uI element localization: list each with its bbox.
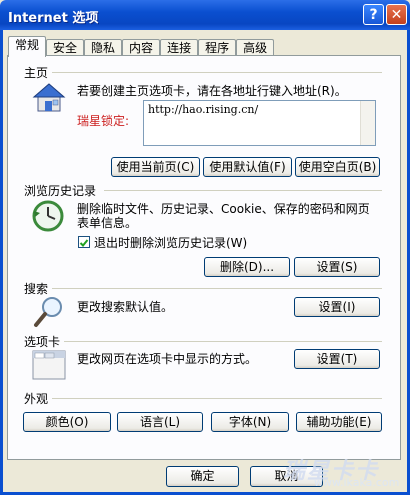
tabs-window-icon xyxy=(32,350,66,380)
home-divider xyxy=(52,72,382,73)
use-default-button[interactable]: 使用默认值(F) xyxy=(203,157,292,177)
house-icon xyxy=(32,83,66,112)
use-current-button[interactable]: 使用当前页(C) xyxy=(111,157,200,177)
accessibility-button[interactable]: 辅助功能(E) xyxy=(296,412,382,432)
ok-button[interactable]: 确定 xyxy=(166,466,239,487)
appearance-section-title: 外观 xyxy=(24,392,49,406)
search-description: 更改搜索默认值。 xyxy=(77,300,174,314)
title-bar[interactable]: Internet 选项 ? ✕ xyxy=(0,0,410,30)
fonts-button[interactable]: 字体(N) xyxy=(211,412,289,432)
delete-history-button[interactable]: 删除(D)... xyxy=(204,257,290,277)
tabs-divider xyxy=(64,341,382,342)
languages-button[interactable]: 语言(L) xyxy=(117,412,203,432)
history-settings-button[interactable]: 设置(S) xyxy=(294,257,380,277)
tabs-description: 更改网页在选项卡中显示的方式。 xyxy=(77,352,258,366)
delete-on-exit-label: 退出时删除浏览历史记录(W) xyxy=(94,236,248,250)
search-settings-button[interactable]: 设置(I) xyxy=(294,297,380,317)
home-url-value: http://hao.rising.cn/ xyxy=(148,103,259,116)
tabs-settings-button[interactable]: 设置(T) xyxy=(294,349,380,369)
history-section-title: 浏览历史记录 xyxy=(24,184,97,198)
history-description-1: 删除临时文件、历史记录、Cookie、保存的密码和网页 xyxy=(77,202,370,216)
history-divider xyxy=(104,190,382,191)
home-description: 若要创建主页选项卡，请在各地址行键入地址(R)。 xyxy=(77,84,347,98)
history-description-2: 表单信息。 xyxy=(77,216,138,230)
home-section-title: 主页 xyxy=(24,66,49,80)
tab-general[interactable]: 常规 xyxy=(8,36,47,57)
tabs-section-title: 选项卡 xyxy=(24,335,61,349)
checkmark-icon xyxy=(79,239,89,247)
tab-strip: 常规 安全 隐私 内容 连接 程序 高级 xyxy=(8,36,275,57)
window-title: Internet 选项 xyxy=(8,11,99,26)
use-blank-button[interactable]: 使用空白页(B) xyxy=(295,157,380,177)
colors-button[interactable]: 颜色(O) xyxy=(23,412,111,432)
help-button[interactable]: ? xyxy=(363,4,384,25)
watermark-url: www.ikaka.com xyxy=(314,476,400,489)
delete-on-exit-checkbox[interactable] xyxy=(78,236,90,248)
search-divider xyxy=(52,288,382,289)
url-scrollbar[interactable] xyxy=(360,101,375,145)
appearance-divider xyxy=(52,398,382,399)
close-button[interactable]: ✕ xyxy=(386,4,407,25)
home-url-textarea[interactable]: http://hao.rising.cn/ xyxy=(143,100,376,146)
rising-lock-label: 瑞星锁定: xyxy=(77,114,130,128)
magnifier-icon xyxy=(34,297,62,327)
history-clock-icon xyxy=(32,200,64,232)
